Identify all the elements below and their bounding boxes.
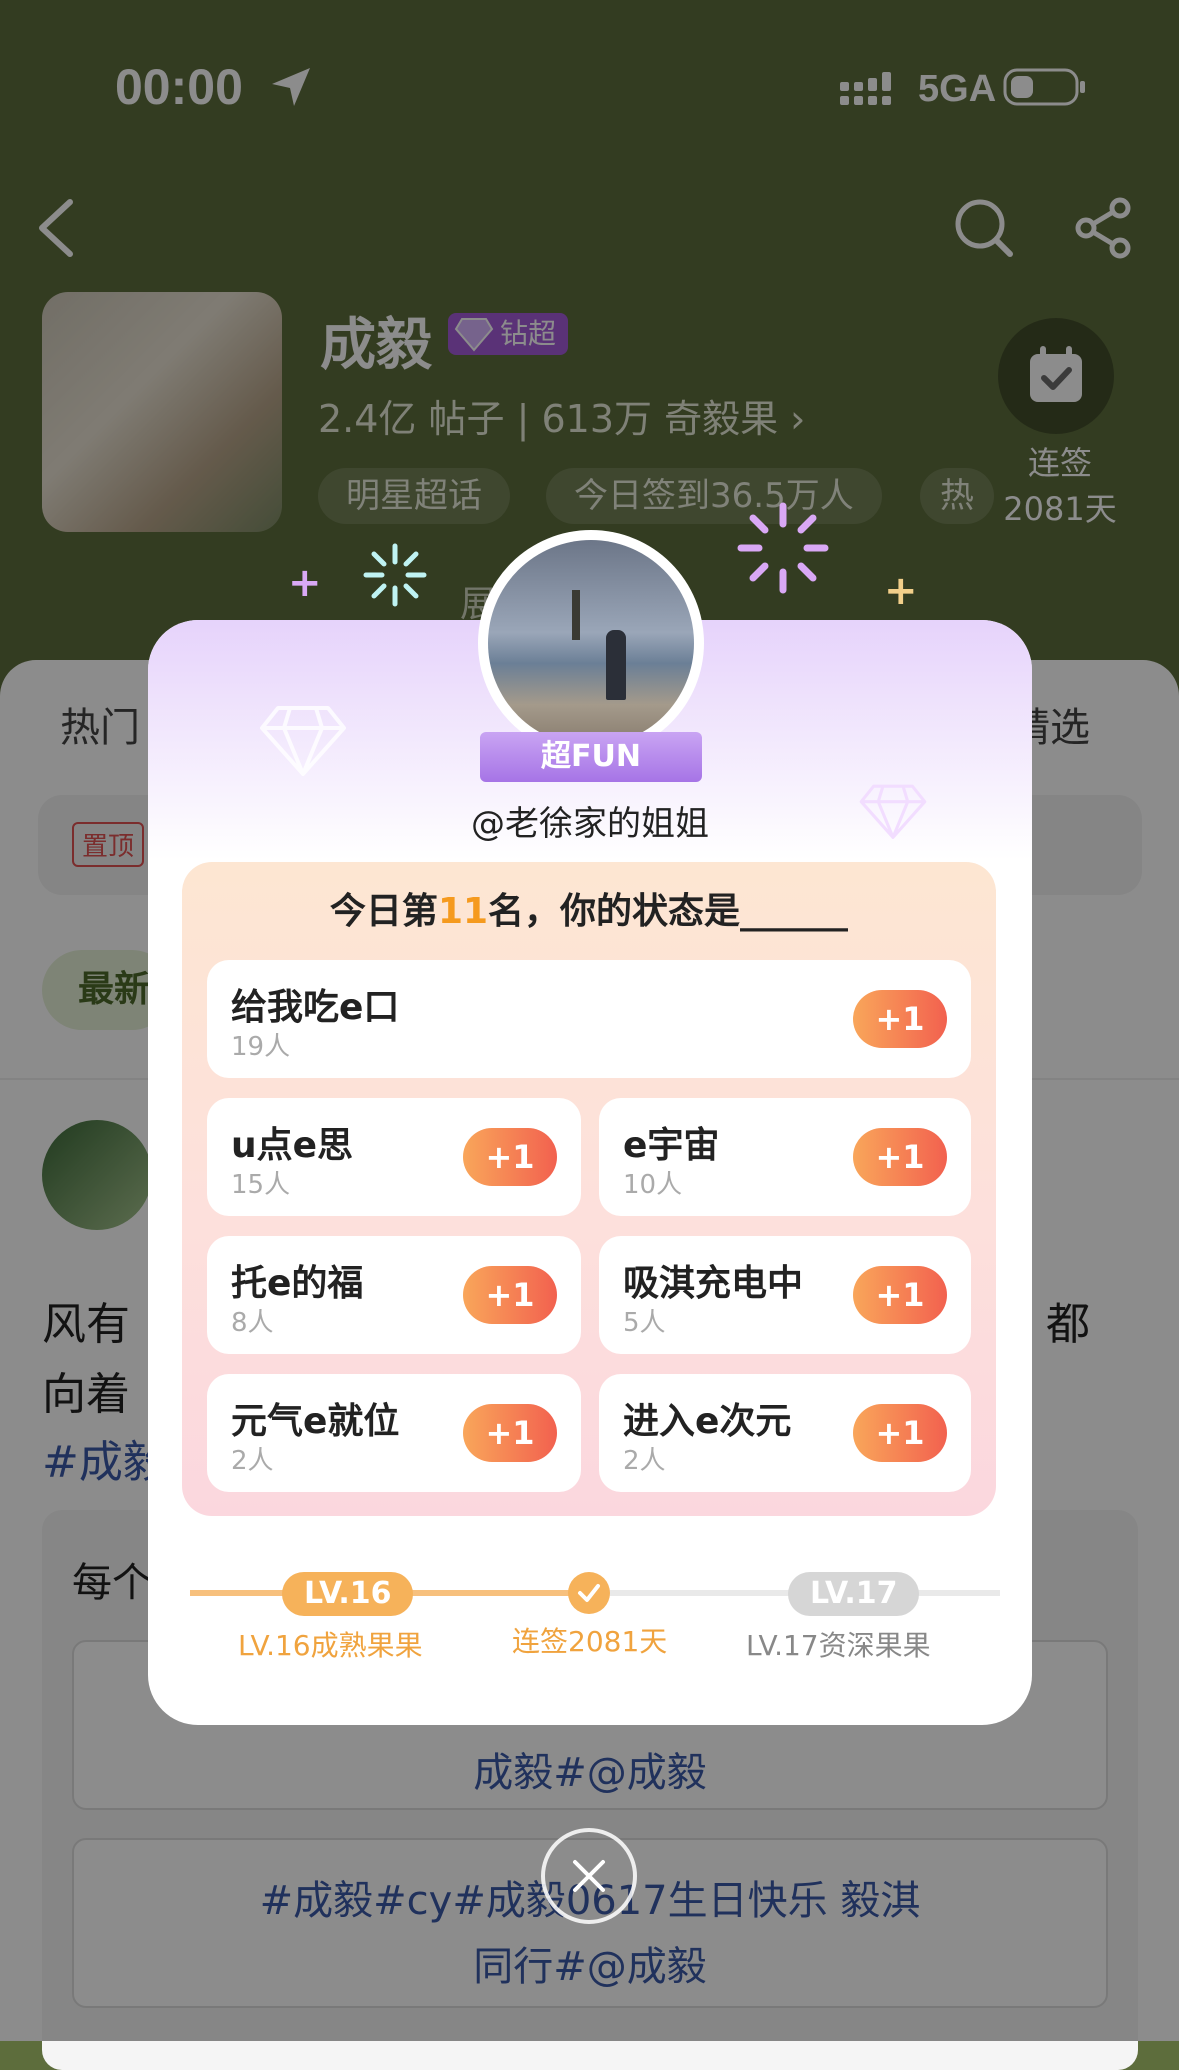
sparkle-icon [737,502,829,594]
user-avatar [488,540,694,746]
option-label: u点e思 [231,1125,354,1166]
status-option[interactable]: 元气e就位 2人 +1 [207,1374,581,1492]
plus-one-button[interactable]: +1 [853,1266,947,1324]
option-count: 2人 [231,1446,274,1476]
check-icon [578,1584,600,1602]
title-pre: 今日第 [329,891,438,932]
status-option[interactable]: u点e思 15人 +1 [207,1098,581,1216]
plus-one-button[interactable]: +1 [853,1404,947,1462]
option-label: 吸淇充电中 [623,1263,804,1304]
streak-caption: 连签2081天 [512,1625,668,1658]
plus-sparkle-icon: + [288,560,322,606]
option-label: 托e的福 [231,1263,364,1304]
username: @老徐家的姐姐 [471,804,709,844]
status-option[interactable]: e宇宙 10人 +1 [599,1098,971,1216]
diamond-decoration-icon [260,706,346,776]
current-level-badge: LV.16 [282,1572,414,1616]
option-label: 元气e就位 [231,1401,400,1442]
option-count: 10人 [623,1170,683,1200]
plus-one-button[interactable]: +1 [463,1404,557,1462]
plus-one-button[interactable]: +1 [853,1128,947,1186]
option-count: 5人 [623,1308,666,1338]
plus-one-button[interactable]: +1 [853,990,947,1048]
option-label: 进入e次元 [623,1401,792,1442]
option-label: e宇宙 [623,1125,720,1166]
status-option[interactable]: 进入e次元 2人 +1 [599,1374,971,1492]
fun-ribbon: 超FUN [480,732,702,782]
checkin-progress-check [568,1572,610,1614]
status-option[interactable]: 给我吃e口 19人 +1 [207,960,971,1078]
option-count: 8人 [231,1308,274,1338]
current-level-caption: LV.16成熟果果 [238,1629,423,1662]
next-level-caption: LV.17资深果果 [746,1629,931,1662]
avatar-tree [572,590,580,640]
next-level-badge: LV.17 [788,1572,920,1616]
plus-one-button[interactable]: +1 [463,1128,557,1186]
close-icon [573,1860,605,1892]
avatar-person [606,630,626,700]
option-label: 给我吃e口 [231,987,400,1028]
option-count: 19人 [231,1032,291,1062]
rank-number: 11 [437,891,489,932]
plus-sparkle-icon: + [884,568,918,614]
status-question: 今日第11名，你的状态是______ [182,882,996,934]
option-count: 2人 [623,1446,666,1476]
plus-one-button[interactable]: +1 [463,1266,557,1324]
option-count: 15人 [231,1170,291,1200]
close-modal-button[interactable] [541,1828,637,1924]
title-post: 名，你的状态是______ [488,891,849,932]
sparkle-icon [363,543,427,607]
status-option[interactable]: 吸淇充电中 5人 +1 [599,1236,971,1354]
status-option[interactable]: 托e的福 8人 +1 [207,1236,581,1354]
